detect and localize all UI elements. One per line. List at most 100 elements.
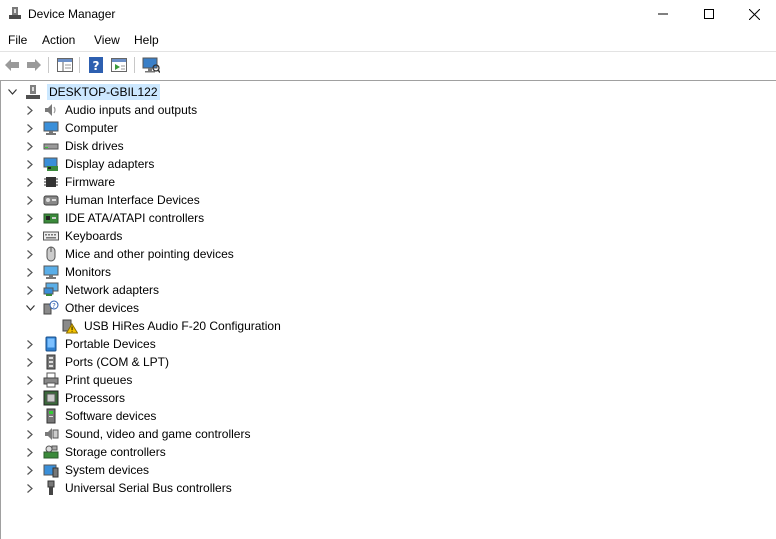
tree-item-network-adapters[interactable]: Network adapters	[25, 281, 159, 299]
tree-item-label: Disk drives	[65, 139, 124, 153]
tree-item-print-queues[interactable]: Print queues	[25, 371, 132, 389]
window-title: Device Manager	[28, 7, 116, 21]
toolbar: ?	[0, 53, 776, 77]
tree-item-label: Software devices	[65, 409, 157, 423]
tree-item-keyboards[interactable]: Keyboards	[25, 227, 122, 245]
chevron-down-icon[interactable]	[25, 299, 35, 317]
close-button[interactable]	[731, 0, 776, 28]
menu-file[interactable]: File	[8, 33, 27, 47]
chevron-right-icon[interactable]	[25, 137, 35, 155]
chevron-down-icon[interactable]	[7, 83, 17, 101]
menu-action[interactable]: Action	[42, 33, 75, 47]
tree-item-system-devices[interactable]: System devices	[25, 461, 149, 479]
chevron-right-icon[interactable]	[25, 173, 35, 191]
menu-help[interactable]: Help	[134, 33, 159, 47]
tree-item-label: Storage controllers	[65, 445, 166, 459]
chevron-right-icon[interactable]	[25, 407, 35, 425]
back-button[interactable]	[2, 55, 22, 75]
portable-device-icon	[43, 336, 59, 352]
device-tree[interactable]: DESKTOP-GBIL122 Audio inputs and outputs…	[0, 80, 776, 539]
chevron-right-icon[interactable]	[25, 371, 35, 389]
computer-icon	[43, 120, 59, 136]
menu-view[interactable]: View	[94, 33, 120, 47]
chevron-right-icon[interactable]	[25, 335, 35, 353]
tree-item-storage-controllers[interactable]: Storage controllers	[25, 443, 166, 461]
tree-item-other-devices[interactable]: ? Other devices	[25, 299, 139, 317]
tree-item-software-devices[interactable]: Software devices	[25, 407, 156, 425]
firmware-chip-icon	[43, 174, 59, 190]
tree-item-label: Firmware	[65, 175, 115, 189]
tree-item-audio-inputs-and-outputs[interactable]: Audio inputs and outputs	[25, 101, 197, 119]
chevron-right-icon[interactable]	[25, 425, 35, 443]
properties-button[interactable]	[109, 55, 129, 75]
device-manager-icon	[8, 6, 22, 20]
forward-button[interactable]	[24, 55, 44, 75]
tree-item-label: Print queues	[65, 373, 133, 387]
tree-item-ports-com-lpt[interactable]: Ports (COM & LPT)	[25, 353, 169, 371]
tree-item-computer[interactable]: Computer	[25, 119, 118, 137]
chevron-right-icon[interactable]	[25, 119, 35, 137]
software-device-icon	[43, 408, 59, 424]
tree-item-portable-devices[interactable]: Portable Devices	[25, 335, 156, 353]
tree-item-label: Network adapters	[65, 283, 160, 297]
tree-item-label: Computer	[65, 121, 118, 135]
chevron-right-icon[interactable]	[25, 209, 35, 227]
tree-item-label: Processors	[65, 391, 126, 405]
menu-bar: File Action View Help	[0, 30, 776, 50]
tree-item-label: Monitors	[65, 265, 112, 279]
tree-item-label: System devices	[65, 463, 150, 477]
tree-item-label: Universal Serial Bus controllers	[65, 481, 232, 495]
chevron-right-icon[interactable]	[25, 101, 35, 119]
chevron-right-icon[interactable]	[25, 353, 35, 371]
usb-icon	[43, 480, 59, 496]
chevron-right-icon[interactable]	[25, 443, 35, 461]
svg-text:?: ?	[52, 302, 56, 310]
tree-item-display-adapters[interactable]: Display adapters	[25, 155, 154, 173]
toolbar-separator	[48, 57, 49, 73]
tree-item-human-interface-devices[interactable]: Human Interface Devices	[25, 191, 200, 209]
chevron-right-icon[interactable]	[25, 191, 35, 209]
monitor-icon	[43, 264, 59, 280]
chevron-right-icon[interactable]	[25, 281, 35, 299]
maximize-button[interactable]	[686, 0, 732, 28]
computer-name-label: DESKTOP-GBIL122	[47, 84, 160, 100]
tree-root[interactable]: DESKTOP-GBIL122	[7, 83, 160, 101]
tree-item-processors[interactable]: Processors	[25, 389, 125, 407]
tree-item-sound-video-and-game-controllers[interactable]: Sound, video and game controllers	[25, 425, 250, 443]
minimize-button[interactable]	[640, 0, 686, 28]
chevron-right-icon[interactable]	[25, 155, 35, 173]
toolbar-separator	[79, 57, 80, 73]
tree-item-label: Sound, video and game controllers	[65, 427, 251, 441]
hid-icon	[43, 192, 59, 208]
tree-item-monitors[interactable]: Monitors	[25, 263, 111, 281]
processor-icon	[43, 390, 59, 406]
tree-item-universal-serial-bus-controllers[interactable]: Universal Serial Bus controllers	[25, 479, 232, 497]
system-device-icon	[43, 462, 59, 478]
display-adapter-icon	[43, 156, 59, 172]
tree-item-firmware[interactable]: Firmware	[25, 173, 115, 191]
svg-text:?: ?	[93, 59, 100, 73]
tree-item-label: Audio inputs and outputs	[65, 103, 198, 117]
tree-item-ide-ata-atapi-controllers[interactable]: IDE ATA/ATAPI controllers	[25, 209, 204, 227]
scan-hardware-changes-button[interactable]	[141, 55, 161, 75]
chevron-right-icon[interactable]	[25, 479, 35, 497]
chevron-right-icon[interactable]	[25, 245, 35, 263]
chevron-right-icon[interactable]	[25, 227, 35, 245]
other-devices-icon: ?	[43, 300, 59, 316]
tree-item-disk-drives[interactable]: Disk drives	[25, 137, 124, 155]
tree-item-label: Other devices	[65, 301, 140, 315]
mouse-icon	[43, 246, 59, 262]
help-icon[interactable]: ?	[86, 55, 106, 75]
chevron-right-icon[interactable]	[25, 263, 35, 281]
chevron-right-icon[interactable]	[25, 389, 35, 407]
storage-controller-icon	[43, 444, 59, 460]
network-adapter-icon	[43, 282, 59, 298]
tree-item-usb-hires-audio-f-20-configuration[interactable]: USB HiRes Audio F-20 Configuration	[62, 317, 281, 335]
chevron-right-icon[interactable]	[25, 461, 35, 479]
sound-controller-icon	[43, 426, 59, 442]
tree-item-mice-and-other-pointing-devices[interactable]: Mice and other pointing devices	[25, 245, 234, 263]
computer-icon	[25, 84, 41, 100]
printer-icon	[43, 372, 59, 388]
keyboard-icon	[43, 228, 59, 244]
show-hide-console-tree-button[interactable]	[55, 55, 75, 75]
